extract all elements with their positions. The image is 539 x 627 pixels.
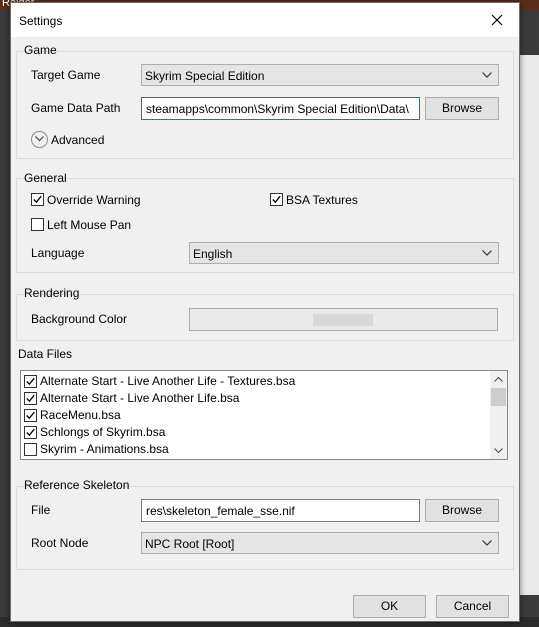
advanced-expand-button[interactable]: [31, 131, 48, 148]
checkmark-icon: [272, 195, 281, 204]
target-game-label: Target Game: [31, 68, 101, 82]
data-file-label: RaceMenu.bsa: [40, 408, 121, 422]
dialog-title: Settings: [19, 14, 63, 28]
chevron-down-icon: [35, 136, 44, 142]
data-file-checkbox[interactable]: [24, 443, 37, 456]
language-select[interactable]: English: [189, 242, 499, 264]
game-data-path-label: Game Data Path: [31, 101, 121, 115]
close-icon: [491, 14, 503, 26]
target-game-value: Skyrim Special Edition: [145, 69, 265, 83]
checkmark-icon: [33, 195, 42, 204]
left-mouse-pan-checkbox[interactable]: [31, 218, 44, 231]
skeleton-browse-button[interactable]: Browse: [425, 499, 499, 522]
root-node-label: Root Node: [31, 536, 89, 550]
data-files-list[interactable]: Alternate Start - Live Another Life - Te…: [20, 370, 508, 460]
root-node-value: NPC Root [Root]: [145, 537, 235, 551]
data-file-checkbox[interactable]: [24, 392, 37, 405]
scroll-up-button[interactable]: [490, 371, 507, 388]
chevron-down-icon: [482, 72, 492, 78]
background-color-label: Background Color: [31, 312, 128, 326]
chevron-down-icon: [482, 540, 492, 546]
ok-label: OK: [380, 599, 399, 613]
checkmark-icon: [26, 394, 35, 403]
scroll-thumb[interactable]: [491, 388, 506, 406]
data-file-label: Alternate Start - Live Another Life.bsa: [40, 391, 240, 405]
data-file-checkbox[interactable]: [24, 426, 37, 439]
background-app-panel: [518, 55, 539, 595]
language-value: English: [193, 247, 233, 261]
list-item[interactable]: RaceMenu.bsa: [21, 407, 491, 424]
data-file-label: Alternate Start - Live Another Life - Te…: [40, 374, 296, 388]
data-file-label: Skyrim - Animations.bsa: [40, 442, 169, 456]
root-node-select[interactable]: NPC Root [Root]: [141, 532, 499, 554]
list-item[interactable]: Schlongs of Skyrim.bsa: [21, 424, 491, 441]
target-game-select[interactable]: Skyrim Special Edition: [141, 64, 499, 86]
chevron-up-icon: [494, 377, 503, 382]
checkmark-icon: [26, 377, 35, 386]
color-swatch: [313, 314, 373, 326]
list-item[interactable]: Alternate Start - Live Another Life.bsa: [21, 390, 491, 407]
dialog-titlebar: Settings: [11, 3, 519, 37]
list-item[interactable]: Alternate Start - Live Another Life - Te…: [21, 373, 491, 390]
cancel-button[interactable]: Cancel: [436, 595, 509, 618]
data-file-checkbox[interactable]: [24, 409, 37, 422]
close-button[interactable]: [475, 3, 519, 37]
bsa-textures-checkbox[interactable]: [270, 193, 283, 206]
reference-skeleton-group-title: Reference Skeleton: [24, 478, 130, 492]
game-data-path-value: steamapps\common\Skyrim Special Edition\…: [146, 102, 409, 116]
left-mouse-pan-label: Left Mouse Pan: [47, 218, 132, 232]
cancel-label: Cancel: [453, 599, 492, 613]
checkmark-icon: [26, 411, 35, 420]
data-file-label: Schlongs of Skyrim.bsa: [40, 425, 166, 439]
chevron-down-icon: [494, 448, 503, 453]
data-file-checkbox[interactable]: [24, 375, 37, 388]
bsa-textures-label: BSA Textures: [286, 193, 358, 207]
chevron-down-icon: [482, 250, 492, 256]
settings-dialog: Settings Game Target Game Skyrim Special…: [10, 2, 520, 622]
checkmark-icon: [26, 428, 35, 437]
language-label: Language: [31, 246, 85, 260]
general-group-title: General: [24, 171, 67, 185]
skeleton-browse-label: Browse: [441, 503, 482, 517]
skeleton-file-input[interactable]: res\skeleton_female_sse.nif: [141, 499, 420, 522]
scroll-down-button[interactable]: [490, 442, 507, 459]
override-warning-label: Override Warning: [47, 193, 141, 207]
skeleton-file-label: File: [31, 503, 51, 517]
skeleton-file-value: res\skeleton_female_sse.nif: [146, 504, 295, 518]
game-group-title: Game: [24, 43, 57, 57]
background-color-picker[interactable]: [189, 308, 498, 331]
data-files-scrollbar[interactable]: [490, 371, 507, 459]
game-browse-label: Browse: [441, 101, 482, 115]
data-files-group-title: Data Files: [18, 347, 73, 361]
advanced-label[interactable]: Advanced: [51, 133, 104, 147]
rendering-group-title: Rendering: [24, 286, 80, 300]
list-item[interactable]: Skyrim - Animations.bsa: [21, 441, 491, 458]
game-data-path-browse-button[interactable]: Browse: [425, 97, 499, 120]
game-data-path-input[interactable]: steamapps\common\Skyrim Special Edition\…: [141, 97, 420, 120]
ok-button[interactable]: OK: [353, 595, 426, 618]
override-warning-checkbox[interactable]: [31, 193, 44, 206]
